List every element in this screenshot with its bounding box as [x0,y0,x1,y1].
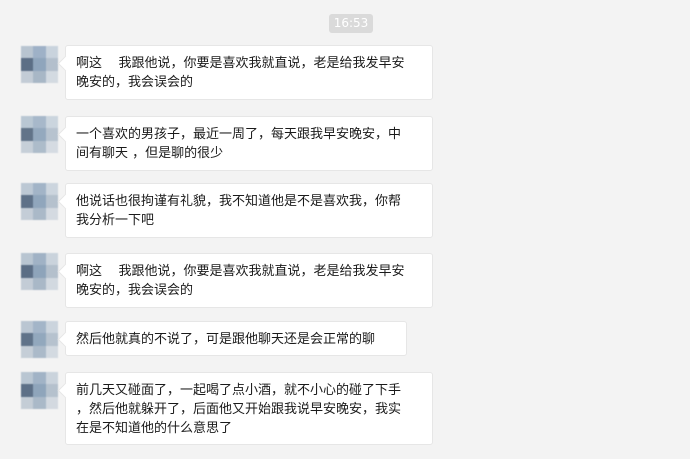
message-bubble[interactable]: 啊这 我跟他说，你要是喜欢我就直说，老是给我发早安 晚安的，我会误会的 [65,45,433,100]
timestamp: 16:53 [329,14,373,33]
message-bubble[interactable]: 前几天又碰面了，一起喝了点小酒，就不小心的碰了下手 ，然后他就躲开了，后面他又开… [65,372,433,445]
avatar[interactable] [21,321,58,358]
avatar[interactable] [21,372,58,409]
message-bubble[interactable]: 然后他就真的不说了，可是跟他聊天还是会正常的聊 [65,321,407,356]
avatar[interactable] [21,46,58,83]
avatar[interactable] [21,183,58,220]
message-bubble[interactable]: 他说话也很拘谨有礼貌，我不知道他是不是喜欢我，你帮 我分析一下吧 [65,183,433,238]
message-bubble[interactable]: 一个喜欢的男孩子，最近一周了，每天跟我早安晚安，中 间有聊天 ，但是聊的很少 [65,116,433,171]
message-bubble[interactable]: 啊这 我跟他说，你要是喜欢我就直说，老是给我发早安 晚安的，我会误会的 [65,253,433,308]
avatar[interactable] [21,253,58,290]
avatar[interactable] [21,116,58,153]
